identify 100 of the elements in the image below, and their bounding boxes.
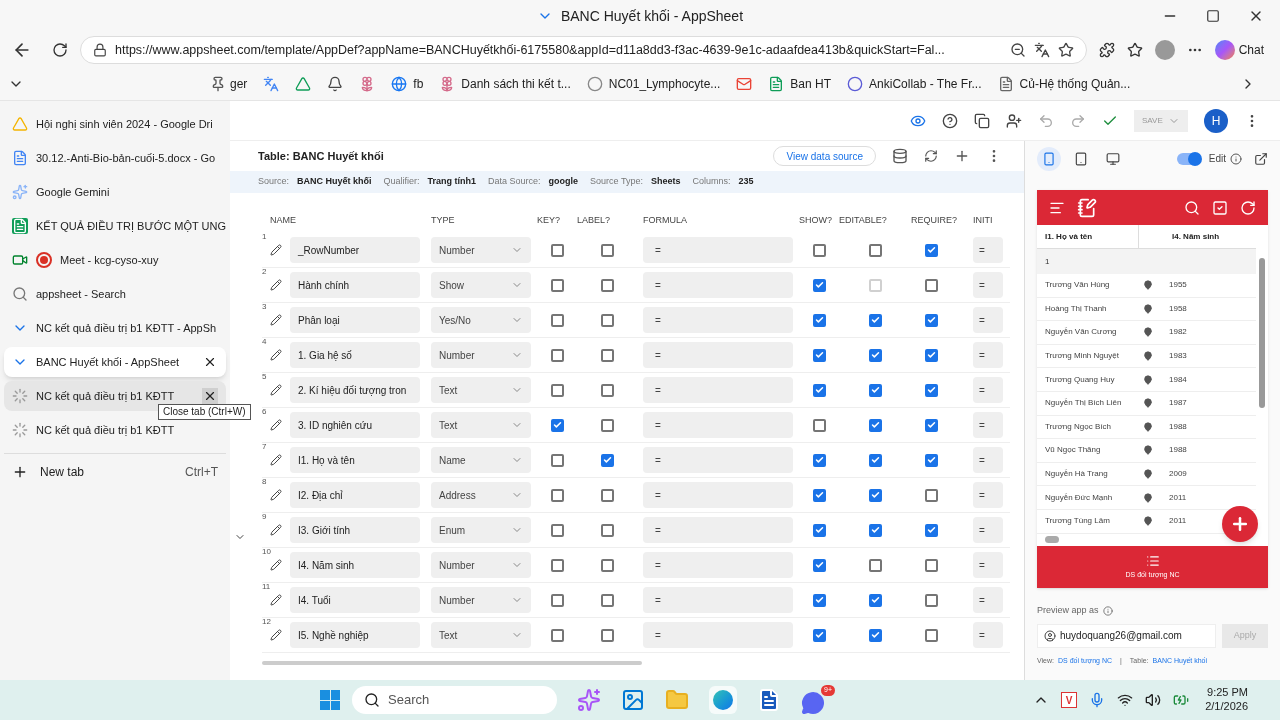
copilot-icon[interactable]: [577, 688, 602, 712]
checkbox[interactable]: [812, 418, 826, 432]
formula-field[interactable]: =: [643, 342, 793, 368]
initial-value-field[interactable]: =: [973, 377, 1003, 403]
initial-value-field[interactable]: =: [973, 272, 1003, 298]
name-field[interactable]: Phân loại: [290, 307, 420, 333]
tray-app-icon[interactable]: V: [1061, 692, 1078, 708]
checkbox[interactable]: [812, 453, 826, 467]
type-select[interactable]: Enum: [431, 517, 531, 543]
vertical-tab[interactable]: NC kết quả điều trị b1 KĐTT - AppSh: [4, 313, 226, 343]
type-select[interactable]: Number: [431, 237, 531, 263]
star-icon[interactable]: [1057, 42, 1074, 58]
open-external-icon[interactable]: [1254, 151, 1268, 166]
checkbox[interactable]: [550, 313, 564, 327]
search-field[interactable]: Search: [352, 686, 558, 714]
horizontal-scrollbar[interactable]: [262, 661, 642, 665]
type-select[interactable]: Text: [431, 412, 531, 438]
select-icon[interactable]: [1212, 199, 1228, 216]
initial-value-field[interactable]: =: [973, 517, 1003, 543]
vertical-tab[interactable]: Hội nghị sinh viên 2024 - Google Dri: [4, 109, 226, 139]
name-field[interactable]: Hành chính: [290, 272, 420, 298]
type-select[interactable]: Name: [431, 447, 531, 473]
start-icon[interactable]: [320, 690, 341, 710]
checkbox[interactable]: [600, 383, 614, 397]
zoom-out-icon[interactable]: [1009, 42, 1026, 58]
pencil-icon[interactable]: [270, 244, 282, 256]
checkbox[interactable]: [868, 523, 882, 537]
checkbox[interactable]: [924, 593, 938, 607]
name-field[interactable]: I4. Tuổi: [290, 587, 420, 613]
vertical-scrollbar[interactable]: [1259, 258, 1265, 408]
initial-value-field[interactable]: =: [973, 447, 1003, 473]
checkbox[interactable]: [600, 453, 614, 467]
name-field[interactable]: 1. Gia hệ số: [290, 342, 420, 368]
checkbox[interactable]: [868, 383, 882, 397]
checkbox[interactable]: [550, 558, 564, 572]
checkbox[interactable]: [550, 628, 564, 642]
checkbox[interactable]: [924, 523, 938, 537]
profile-avatar[interactable]: [1154, 40, 1175, 60]
checkbox[interactable]: [812, 558, 826, 572]
checkbox[interactable]: [868, 558, 882, 572]
checkbox[interactable]: [868, 488, 882, 502]
checkbox[interactable]: [550, 348, 564, 362]
formula-field[interactable]: =: [643, 552, 793, 578]
pencil-icon[interactable]: [270, 629, 282, 641]
refresh-icon[interactable]: [924, 149, 938, 163]
checkbox[interactable]: [550, 418, 564, 432]
bookmark[interactable]: AnkiCollab - The Fr...: [847, 75, 982, 93]
name-field[interactable]: 3. ID nghiên cứu: [290, 412, 420, 438]
pencil-icon[interactable]: [270, 384, 282, 396]
volume-icon[interactable]: [1145, 692, 1162, 708]
checkbox[interactable]: [924, 243, 938, 257]
share-icon[interactable]: [1006, 112, 1022, 129]
database-icon[interactable]: [892, 148, 908, 164]
checkbox[interactable]: [868, 453, 882, 467]
initial-value-field[interactable]: =: [973, 552, 1003, 578]
checkbox[interactable]: [600, 313, 614, 327]
pencil-icon[interactable]: [270, 349, 282, 361]
edit-switch[interactable]: [1176, 152, 1201, 165]
pencil-icon[interactable]: [270, 314, 282, 326]
checkbox[interactable]: [812, 523, 826, 537]
maximize-icon[interactable]: [1206, 9, 1220, 23]
checkbox[interactable]: [924, 488, 938, 502]
formula-field[interactable]: =: [643, 237, 793, 263]
checkbox[interactable]: [868, 628, 882, 642]
name-field[interactable]: _RowNumber: [290, 237, 420, 263]
formula-field[interactable]: =: [643, 307, 793, 333]
initial-value-field[interactable]: =: [973, 482, 1003, 508]
device-toggle[interactable]: [1037, 146, 1061, 171]
pencil-icon[interactable]: [270, 594, 282, 606]
vertical-tab[interactable]: 30.12.-Anti-Bio-bản-cuối-5.docx - Go: [4, 143, 226, 173]
formula-field[interactable]: =: [643, 447, 793, 473]
initial-value-field[interactable]: =: [973, 412, 1003, 438]
formula-field[interactable]: =: [643, 622, 793, 648]
pencil-icon[interactable]: [270, 279, 282, 291]
formula-field[interactable]: =: [643, 272, 793, 298]
checkbox[interactable]: [924, 348, 938, 362]
bookmark[interactable]: Củ-Hệ thống Quản...: [997, 75, 1131, 93]
type-select[interactable]: Number: [431, 342, 531, 368]
add-icon[interactable]: [954, 148, 970, 164]
checkbox[interactable]: [812, 313, 826, 327]
read-aloud-icon[interactable]: [1033, 42, 1050, 58]
checkbox[interactable]: [924, 418, 938, 432]
checkbox[interactable]: [812, 628, 826, 642]
vertical-tab[interactable]: BANC Huyết khối - AppSheet: [4, 347, 226, 377]
name-field[interactable]: 2. Kí hiệu đối tượng tron: [290, 377, 420, 403]
checkbox[interactable]: [550, 243, 564, 257]
bookmark[interactable]: [327, 76, 344, 92]
initial-value-field[interactable]: =: [973, 307, 1003, 333]
name-field[interactable]: I3. Giới tính: [290, 517, 420, 543]
initial-value-field[interactable]: =: [973, 622, 1003, 648]
type-select[interactable]: Number: [431, 587, 531, 613]
checkbox[interactable]: [924, 558, 938, 572]
checkbox[interactable]: [924, 628, 938, 642]
checkbox[interactable]: [600, 523, 614, 537]
initial-value-field[interactable]: =: [973, 342, 1003, 368]
name-field[interactable]: I1. Họ và tên: [290, 447, 420, 473]
checkbox[interactable]: [550, 278, 564, 292]
checkbox[interactable]: [550, 453, 564, 467]
vertical-tab[interactable]: appsheet - Search: [4, 279, 226, 309]
checkbox[interactable]: [868, 313, 882, 327]
